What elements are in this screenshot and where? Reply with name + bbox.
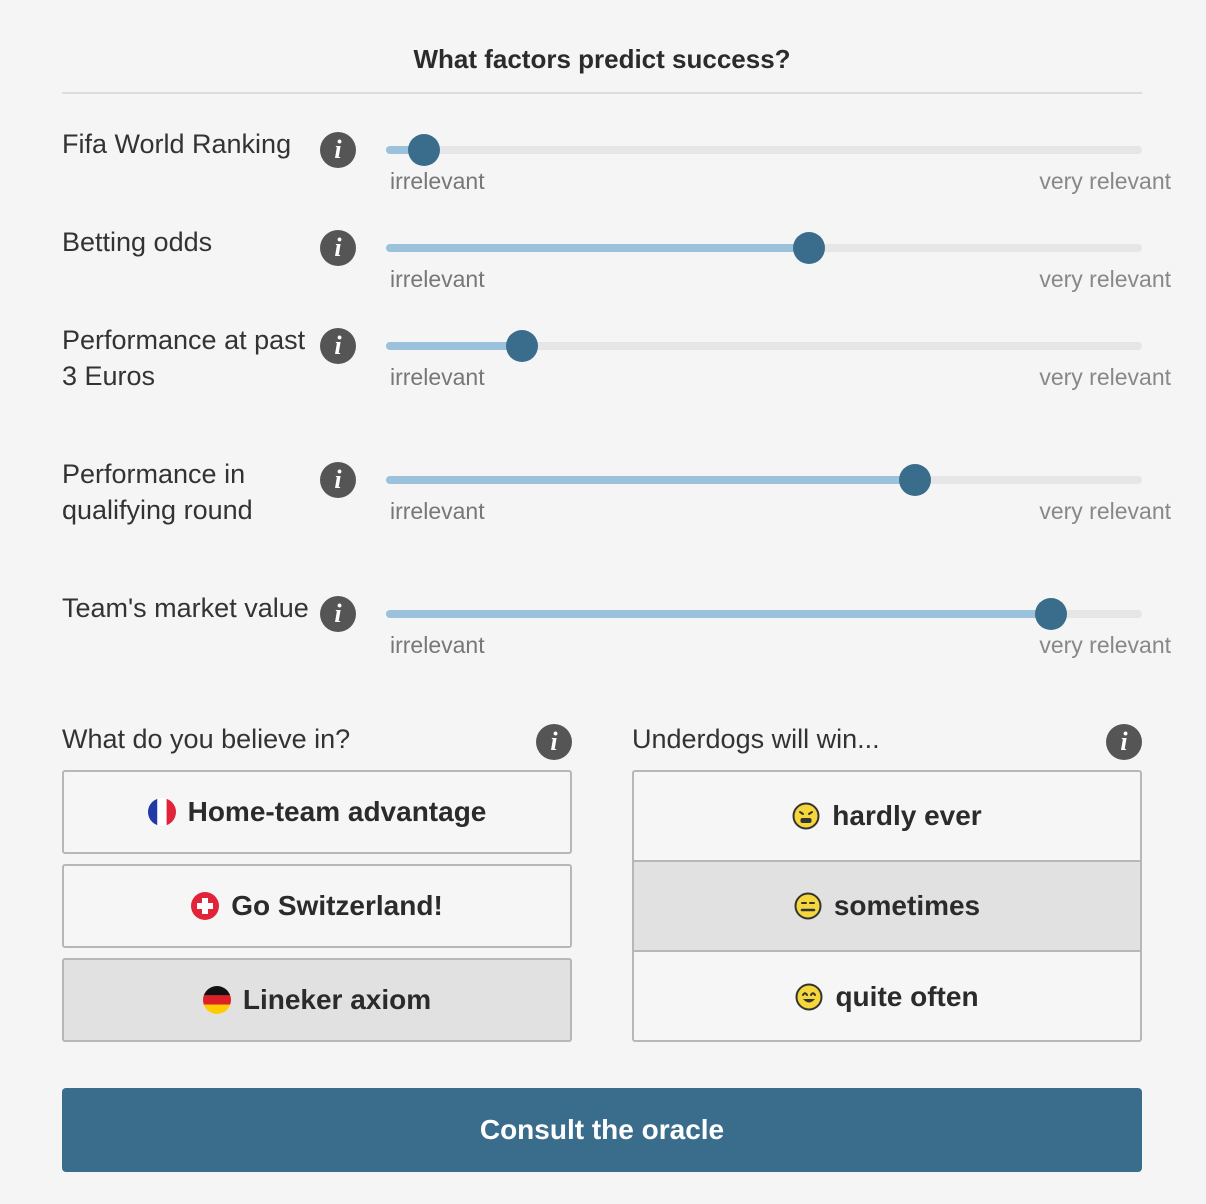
slider-min-label: irrelevant [390,266,485,292]
underdogs-label: Underdogs will win... [632,724,880,754]
factor-label: Performance at past 3 Euros [62,325,306,391]
slider-min-label: irrelevant [390,364,485,390]
slider-thumb[interactable] [899,464,932,496]
slider-max-label: very relevant [1039,168,1171,194]
info-icon[interactable]: i [536,724,572,760]
page-title: What factors predict success? [413,44,791,74]
belief-option-home-advantage[interactable]: Home-team advantage [62,770,572,854]
neutral-face-icon [794,892,822,920]
info-icon[interactable]: i [1106,724,1142,760]
title-divider [62,92,1142,94]
factor-label: Fifa World Ranking [62,129,292,159]
slider-thumb[interactable] [407,134,440,166]
option-label: Lineker axiom [242,984,432,1015]
sad-face-icon [792,802,820,830]
info-icon[interactable]: i [320,462,356,498]
slider-fill [386,342,523,350]
factor-label: Performance in qualifying round [62,459,253,525]
slider-thumb[interactable] [793,232,826,264]
factor-label: Betting odds [62,227,213,257]
slider-max-label: very relevant [1039,364,1171,390]
belief-option-lineker-axiom[interactable]: Lineker axiom [62,958,572,1042]
slider-min-label: irrelevant [390,168,485,194]
swiss-cross-icon [191,892,220,920]
slider-fill [386,610,1052,618]
factor-label: Team's market value [62,593,309,623]
slider-max-label: very relevant [1039,498,1171,524]
consult-oracle-button[interactable]: Consult the oracle [62,1088,1142,1172]
underdogs-options: hardly ever sometimes quite often [632,770,1142,1042]
slider-max-label: very relevant [1039,266,1171,292]
option-label: sometimes [833,890,981,921]
happy-face-icon [795,983,823,1011]
option-label: hardly ever [832,800,982,831]
slider-thumb[interactable] [506,330,539,362]
belief-option-go-switzerland[interactable]: Go Switzerland! [62,864,572,948]
germany-flag-icon [202,986,231,1014]
info-icon[interactable]: i [320,132,356,168]
info-icon[interactable]: i [320,230,356,266]
underdog-option-quite-often[interactable]: quite often [634,952,1140,1040]
slider-min-label: irrelevant [390,498,485,524]
factor-slider[interactable] [386,134,1142,166]
france-flag-icon [147,798,176,826]
underdog-option-sometimes[interactable]: sometimes [634,862,1140,950]
slider-track [386,146,1142,154]
beliefs-label: What do you believe in? [62,724,351,754]
slider-fill [386,244,810,252]
factor-slider[interactable] [386,330,1142,362]
factor-slider[interactable] [386,464,1142,496]
factor-slider[interactable] [386,598,1142,630]
factor-slider[interactable] [386,232,1142,264]
underdog-option-hardly-ever[interactable]: hardly ever [634,772,1140,860]
slider-thumb[interactable] [1035,598,1068,630]
slider-max-label: very relevant [1039,632,1171,658]
info-icon[interactable]: i [320,328,356,364]
option-label: quite often [835,981,979,1012]
slider-fill [386,476,916,484]
option-label: Go Switzerland! [231,890,443,921]
info-icon[interactable]: i [320,596,356,632]
option-label: Home-team advantage [187,796,487,827]
slider-min-label: irrelevant [390,632,485,658]
